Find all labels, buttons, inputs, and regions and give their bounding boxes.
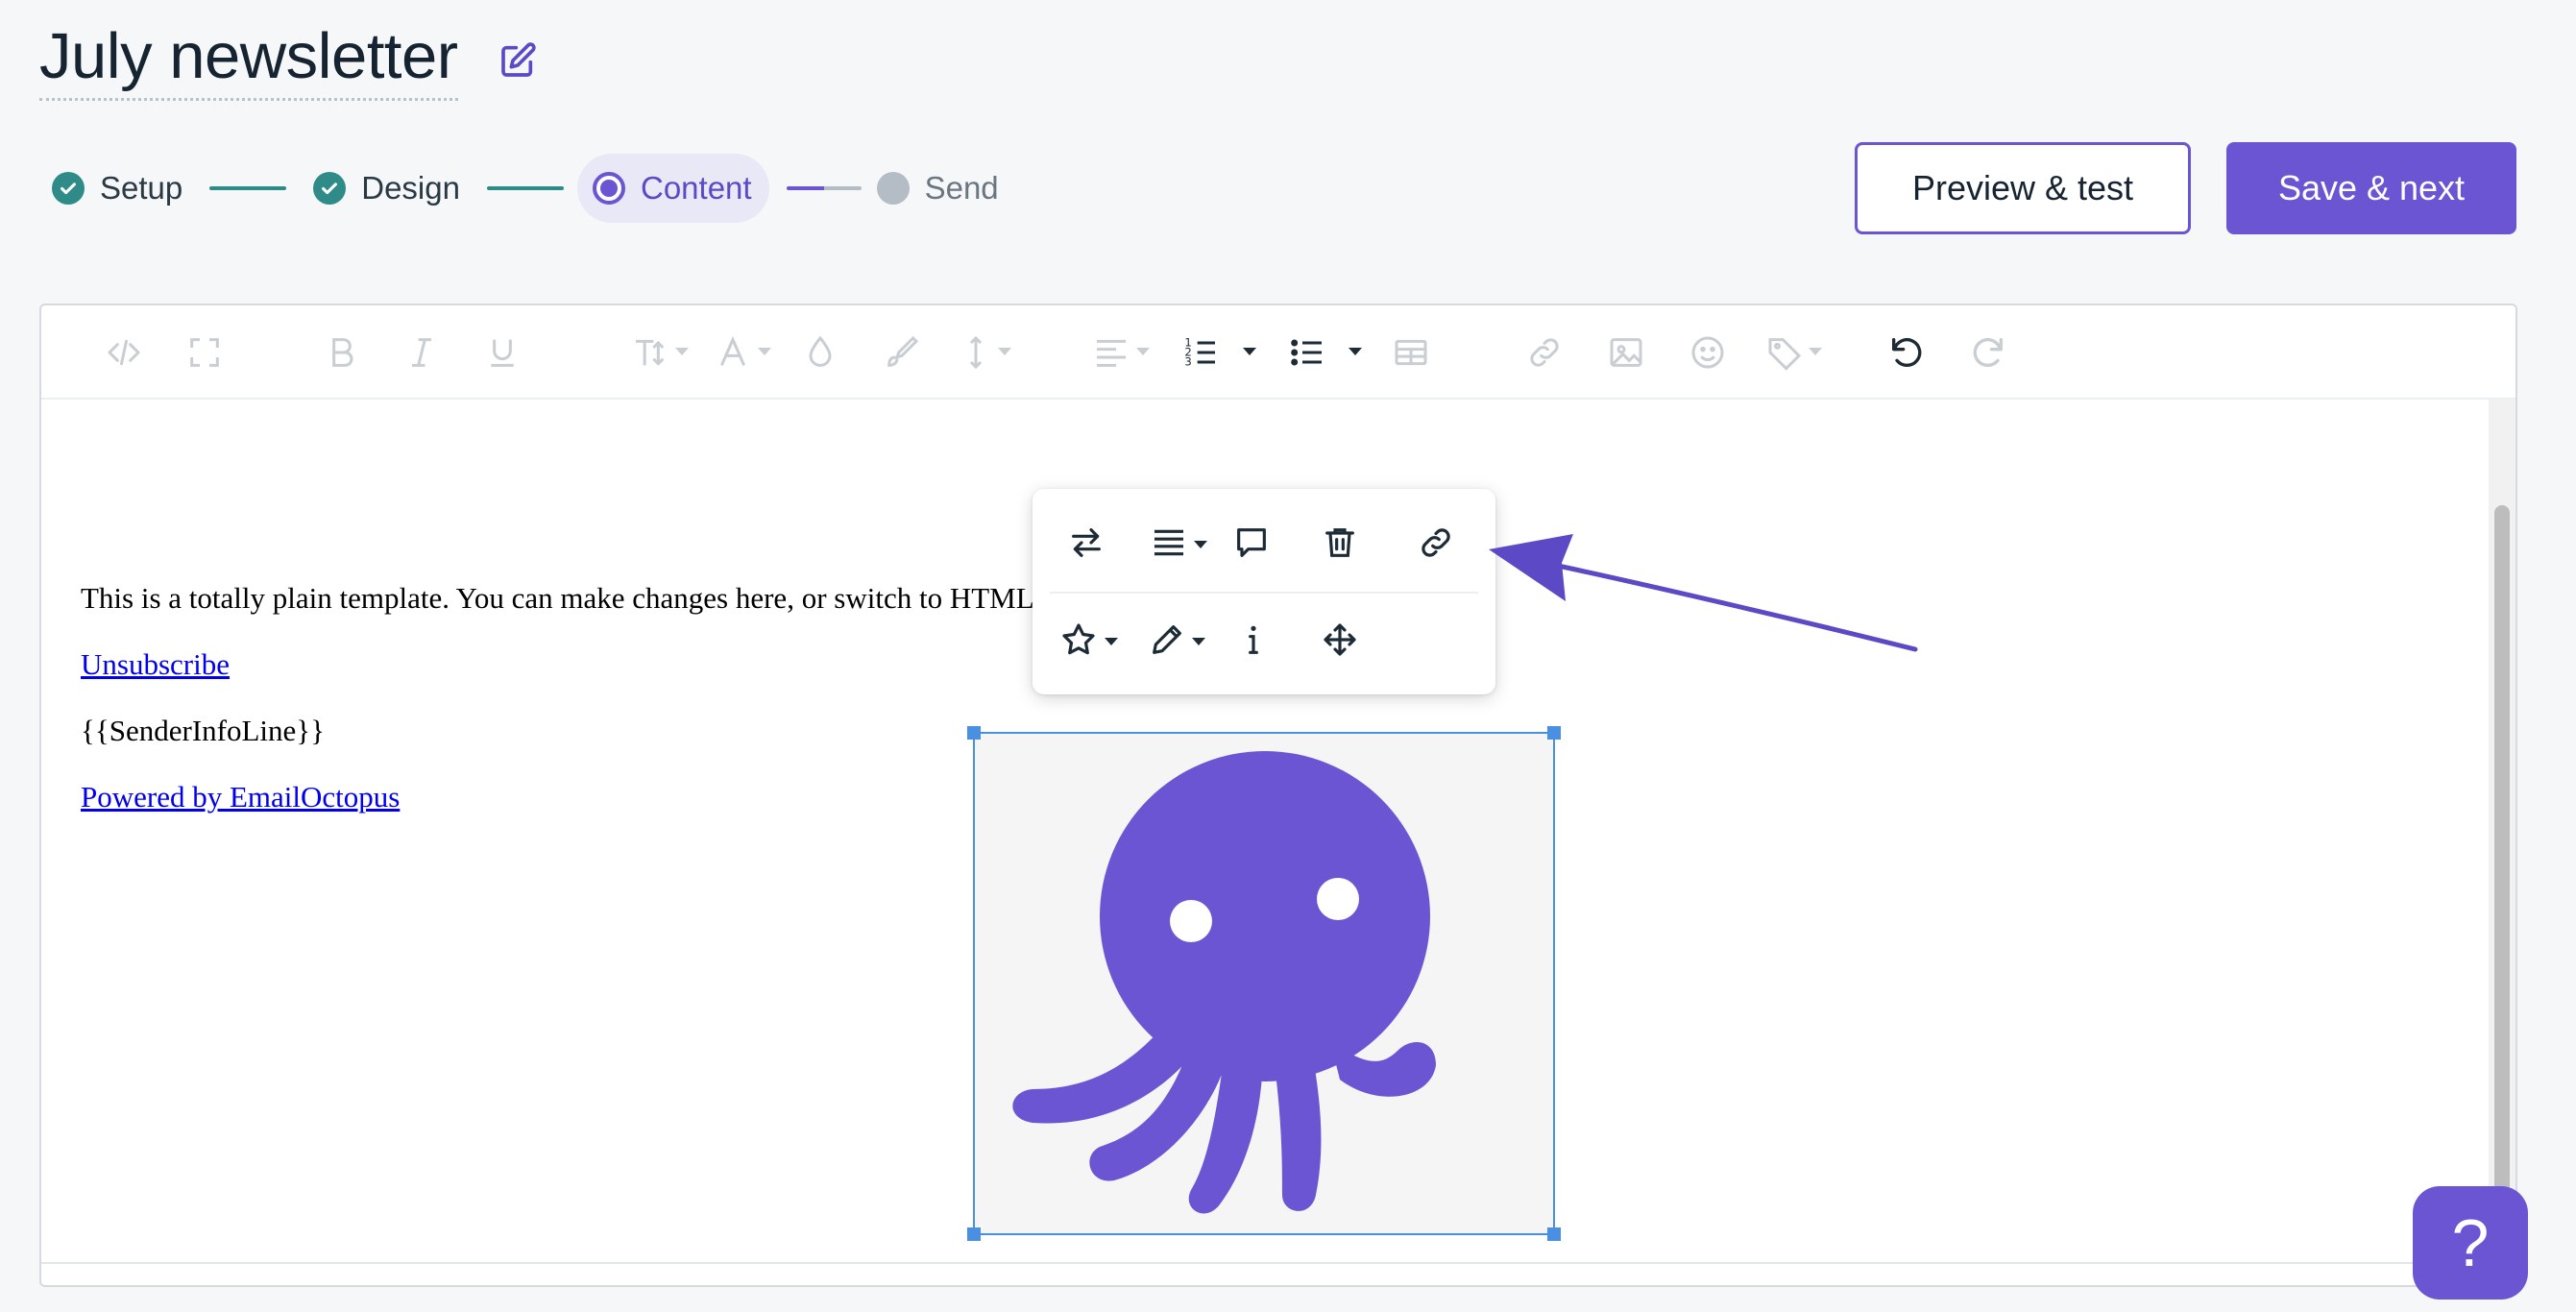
step-send[interactable]: Send <box>876 154 999 223</box>
vertical-scrollbar[interactable] <box>2489 400 2515 1285</box>
italic-icon[interactable] <box>402 333 441 372</box>
page-title[interactable]: July newsletter <box>39 21 458 101</box>
align-icon[interactable] <box>1092 333 1130 372</box>
help-button[interactable]: ? <box>2413 1186 2528 1300</box>
chevron-down-icon[interactable] <box>998 348 1011 355</box>
chevron-down-icon[interactable] <box>1809 348 1822 355</box>
horizontal-scrollbar[interactable] <box>41 1262 2515 1285</box>
line-height-icon[interactable] <box>957 333 995 372</box>
link-icon[interactable] <box>1417 523 1455 562</box>
alt-text-icon[interactable] <box>1234 620 1273 659</box>
pending-step-icon <box>876 172 910 205</box>
image-edit-popup <box>1033 489 1495 694</box>
chevron-down-icon[interactable] <box>1136 348 1150 355</box>
font-color-icon[interactable] <box>714 333 752 372</box>
selected-image[interactable] <box>967 726 1561 1241</box>
edit-title-icon[interactable] <box>498 41 537 80</box>
move-icon[interactable] <box>1321 620 1359 659</box>
check-icon <box>313 172 347 205</box>
edit-icon[interactable] <box>1148 620 1186 659</box>
step-connector <box>786 186 862 190</box>
step-label: Content <box>640 170 752 206</box>
progress-steps: Setup Design Content Send <box>52 154 999 223</box>
step-connector <box>209 186 287 190</box>
tag-icon[interactable] <box>1765 333 1804 372</box>
chevron-down-icon[interactable] <box>1194 541 1207 548</box>
undo-icon[interactable] <box>1887 333 1926 372</box>
resize-handle[interactable] <box>1547 1227 1561 1241</box>
check-icon <box>52 172 85 205</box>
fullscreen-icon[interactable] <box>185 333 224 372</box>
step-label: Send <box>924 170 999 206</box>
resize-handle[interactable] <box>967 1227 981 1241</box>
align-icon[interactable] <box>1150 523 1188 562</box>
step-setup[interactable]: Setup <box>52 154 182 223</box>
comment-icon[interactable] <box>1232 523 1271 562</box>
current-step-icon <box>592 172 625 205</box>
table-icon[interactable] <box>1392 333 1430 372</box>
editor-toolbar: 123 <box>41 305 2515 400</box>
resize-handle[interactable] <box>1547 726 1561 740</box>
chevron-down-icon[interactable] <box>675 348 689 355</box>
font-size-icon[interactable] <box>631 333 669 372</box>
svg-text:3: 3 <box>1184 354 1191 368</box>
image-icon[interactable] <box>1607 333 1645 372</box>
link-icon[interactable] <box>1525 333 1564 372</box>
chevron-down-icon[interactable] <box>1349 348 1362 355</box>
octopus-logo-icon <box>1012 751 1436 1214</box>
step-content[interactable]: Content <box>576 154 769 223</box>
unordered-list-icon[interactable] <box>1288 333 1326 372</box>
bold-icon[interactable] <box>323 333 361 372</box>
chevron-down-icon[interactable] <box>1192 638 1205 645</box>
title-wrap: July newsletter <box>39 21 537 101</box>
delete-icon[interactable] <box>1321 523 1359 562</box>
step-label: Design <box>361 170 460 206</box>
redo-icon[interactable] <box>1969 333 2007 372</box>
background-color-icon[interactable] <box>801 333 839 372</box>
style-icon[interactable] <box>1059 620 1098 659</box>
emoji-icon[interactable] <box>1689 333 1727 372</box>
underline-icon[interactable] <box>483 333 522 372</box>
code-view-icon[interactable] <box>105 333 143 372</box>
replace-icon[interactable] <box>1067 523 1106 562</box>
preview-test-button[interactable]: Preview & test <box>1855 142 2191 234</box>
scrollbar-thumb[interactable] <box>2494 505 2510 1285</box>
unsubscribe-link[interactable]: Unsubscribe <box>81 647 230 682</box>
save-next-button[interactable]: Save & next <box>2226 142 2516 234</box>
ordered-list-icon[interactable]: 123 <box>1181 333 1220 372</box>
page-header: July newsletter Setup Design Content Sen… <box>0 0 2576 275</box>
popup-divider <box>1050 592 1478 594</box>
sender-info-line[interactable]: {{SenderInfoLine}} <box>81 714 325 748</box>
chevron-down-icon[interactable] <box>758 348 771 355</box>
powered-by-link[interactable]: Powered by EmailOctopus <box>81 780 400 814</box>
resize-handle[interactable] <box>967 726 981 740</box>
step-label: Setup <box>100 170 183 206</box>
paint-format-icon[interactable] <box>883 333 921 372</box>
step-connector <box>486 186 564 190</box>
chevron-down-icon[interactable] <box>1105 638 1118 645</box>
chevron-down-icon[interactable] <box>1243 348 1256 355</box>
step-design[interactable]: Design <box>313 154 460 223</box>
